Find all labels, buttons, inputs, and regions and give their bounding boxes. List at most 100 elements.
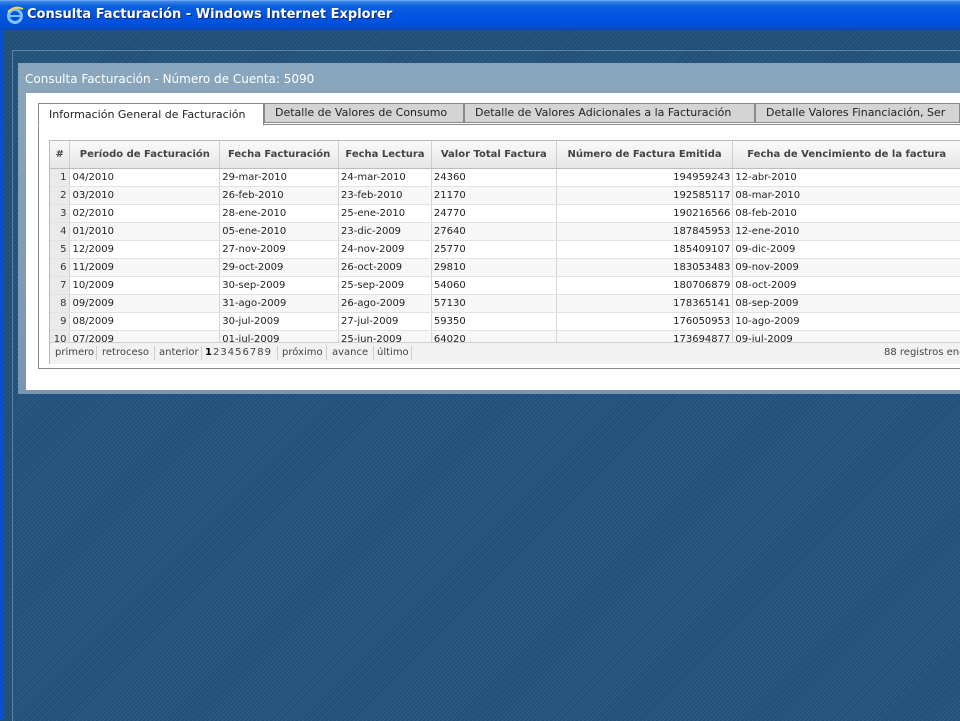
dialog-body: Información General de Facturación Detal… xyxy=(26,93,960,390)
column-header-invoice-number[interactable]: Número de Factura Emitida xyxy=(556,141,734,169)
dialog-title: Consulta Facturación - Número de Cuenta:… xyxy=(25,72,315,86)
pager-record-count: 88 registros enc xyxy=(884,347,960,358)
cell-billing-date: 30-sep-2009 xyxy=(219,276,340,295)
pager-page-6[interactable]: 6 xyxy=(242,347,248,358)
cell-reading-date: 24-nov-2009 xyxy=(338,240,432,259)
pager: primero retroceso anterior 123456789 pró… xyxy=(50,342,960,364)
column-header-reading-date[interactable]: Fecha Lectura xyxy=(338,141,432,169)
cell-total-value: 25770 xyxy=(431,240,557,259)
cell-due-date: 08-sep-2009 xyxy=(732,294,960,313)
cell-billing-date: 28-ene-2010 xyxy=(219,204,340,223)
cell-reading-date: 25-ene-2010 xyxy=(338,204,432,223)
cell-invoice-number: 190216566 xyxy=(556,204,734,223)
cell-billing-date: 31-ago-2009 xyxy=(219,294,340,313)
pager-page-1[interactable]: 1 xyxy=(205,347,212,358)
tab-general-info[interactable]: Información General de Facturación xyxy=(38,103,264,126)
pager-page-7[interactable]: 7 xyxy=(250,347,256,358)
pager-prev-link[interactable]: anterior xyxy=(159,347,199,358)
cell-period: 08/2009 xyxy=(69,312,221,331)
cell-period: 02/2010 xyxy=(69,204,221,223)
cell-total-value: 24770 xyxy=(431,204,557,223)
cell-due-date: 10-ago-2009 xyxy=(732,312,960,331)
cell-invoice-number: 178365141 xyxy=(556,294,734,313)
cell-row-number: 1 xyxy=(50,168,71,187)
cell-due-date: 08-feb-2010 xyxy=(732,204,960,223)
cell-total-value: 59350 xyxy=(431,312,557,331)
cell-billing-date: 29-oct-2009 xyxy=(219,258,340,277)
tab-consumption-values[interactable]: Detalle de Valores de Consumo xyxy=(264,103,464,123)
pager-page-9[interactable]: 9 xyxy=(265,347,271,358)
table-row[interactable]: 5 12/2009 27-nov-2009 24-nov-2009 25770 18540… xyxy=(50,240,960,259)
pager-forward-link[interactable]: avance xyxy=(332,347,368,358)
cell-due-date: 08-mar-2010 xyxy=(732,186,960,205)
pager-page-2[interactable]: 2 xyxy=(213,347,219,358)
cell-period: 09/2009 xyxy=(69,294,221,313)
pager-next-link[interactable]: próximo xyxy=(282,347,323,358)
pager-page-8[interactable]: 8 xyxy=(257,347,263,358)
table-row[interactable]: 3 02/2010 28-ene-2010 25-ene-2010 24770 19021… xyxy=(50,204,960,223)
internet-explorer-icon xyxy=(7,6,24,24)
cell-row-number: 6 xyxy=(50,258,71,277)
billing-table: # Período de Facturación Fecha Facturaci… xyxy=(50,141,960,349)
cell-due-date: 12-ene-2010 xyxy=(732,222,960,241)
column-header-number[interactable]: # xyxy=(50,141,71,169)
cell-billing-date: 05-ene-2010 xyxy=(219,222,340,241)
column-header-period[interactable]: Período de Facturación xyxy=(69,141,221,169)
cell-billing-date: 27-nov-2009 xyxy=(219,240,340,259)
pager-separator xyxy=(373,346,374,360)
cell-billing-date: 26-feb-2010 xyxy=(219,186,340,205)
pager-page-numbers: 123456789 xyxy=(205,347,272,358)
pager-page-4[interactable]: 4 xyxy=(228,347,234,358)
pager-separator xyxy=(277,346,278,360)
table-header-row: # Período de Facturación Fecha Facturaci… xyxy=(50,141,960,169)
pager-separator xyxy=(154,346,155,360)
cell-row-number: 5 xyxy=(50,240,71,259)
cell-row-number: 2 xyxy=(50,186,71,205)
cell-due-date: 08-oct-2009 xyxy=(732,276,960,295)
table-row[interactable]: 1 04/2010 29-mar-2010 24-mar-2010 24360 19495… xyxy=(50,168,960,187)
column-header-total-value[interactable]: Valor Total Factura xyxy=(431,141,557,169)
table-row[interactable]: 4 01/2010 05-ene-2010 23-dic-2009 27640 18784… xyxy=(50,222,960,241)
cell-period: 12/2009 xyxy=(69,240,221,259)
pager-back-link[interactable]: retroceso xyxy=(102,347,149,358)
cell-row-number: 7 xyxy=(50,276,71,295)
table-row[interactable]: 8 09/2009 31-ago-2009 26-ago-2009 57130 17836… xyxy=(50,294,960,313)
table-row[interactable]: 2 03/2010 26-feb-2010 23-feb-2010 21170 19258… xyxy=(50,186,960,205)
window-titlebar[interactable]: Consulta Facturación - Windows Internet … xyxy=(0,0,960,30)
tab-strip: Información General de Facturación Detal… xyxy=(38,103,960,126)
table-row[interactable]: 6 11/2009 29-oct-2009 26-oct-2009 29810 18305… xyxy=(50,258,960,277)
cell-period: 01/2010 xyxy=(69,222,221,241)
cell-period: 11/2009 xyxy=(69,258,221,277)
tab-financing-values[interactable]: Detalle Valores Financiación, Ser xyxy=(755,103,960,123)
column-header-due-date[interactable]: Fecha de Vencimiento de la factura xyxy=(732,141,960,169)
cell-period: 10/2009 xyxy=(69,276,221,295)
pager-first-link[interactable]: primero xyxy=(55,347,94,358)
cell-total-value: 29810 xyxy=(431,258,557,277)
tab-additional-values[interactable]: Detalle de Valores Adicionales a la Fact… xyxy=(464,103,755,123)
cell-due-date: 12-abr-2010 xyxy=(732,168,960,187)
billing-grid: # Período de Facturación Fecha Facturaci… xyxy=(49,140,960,364)
table-row[interactable]: 7 10/2009 30-sep-2009 25-sep-2009 54060 18070… xyxy=(50,276,960,295)
table-row[interactable]: 9 08/2009 30-jul-2009 27-jul-2009 59350 17605… xyxy=(50,312,960,331)
cell-reading-date: 23-dic-2009 xyxy=(338,222,432,241)
cell-reading-date: 23-feb-2010 xyxy=(338,186,432,205)
window-title: Consulta Facturación - Windows Internet … xyxy=(27,7,393,22)
cell-invoice-number: 183053483 xyxy=(556,258,734,277)
cell-billing-date: 30-jul-2009 xyxy=(219,312,340,331)
cell-reading-date: 25-sep-2009 xyxy=(338,276,432,295)
pager-page-3[interactable]: 3 xyxy=(220,347,226,358)
cell-invoice-number: 176050953 xyxy=(556,312,734,331)
cell-reading-date: 24-mar-2010 xyxy=(338,168,432,187)
cell-total-value: 24360 xyxy=(431,168,557,187)
cell-invoice-number: 185409107 xyxy=(556,240,734,259)
billing-dialog: Consulta Facturación - Número de Cuenta:… xyxy=(18,63,960,394)
pager-page-5[interactable]: 5 xyxy=(235,347,241,358)
cell-total-value: 21170 xyxy=(431,186,557,205)
cell-due-date: 09-nov-2009 xyxy=(732,258,960,277)
cell-total-value: 54060 xyxy=(431,276,557,295)
tab-panel: # Período de Facturación Fecha Facturaci… xyxy=(38,124,960,369)
column-header-billing-date[interactable]: Fecha Facturación xyxy=(219,141,340,169)
cell-invoice-number: 192585117 xyxy=(556,186,734,205)
pager-last-link[interactable]: último xyxy=(377,347,409,358)
cell-reading-date: 27-jul-2009 xyxy=(338,312,432,331)
